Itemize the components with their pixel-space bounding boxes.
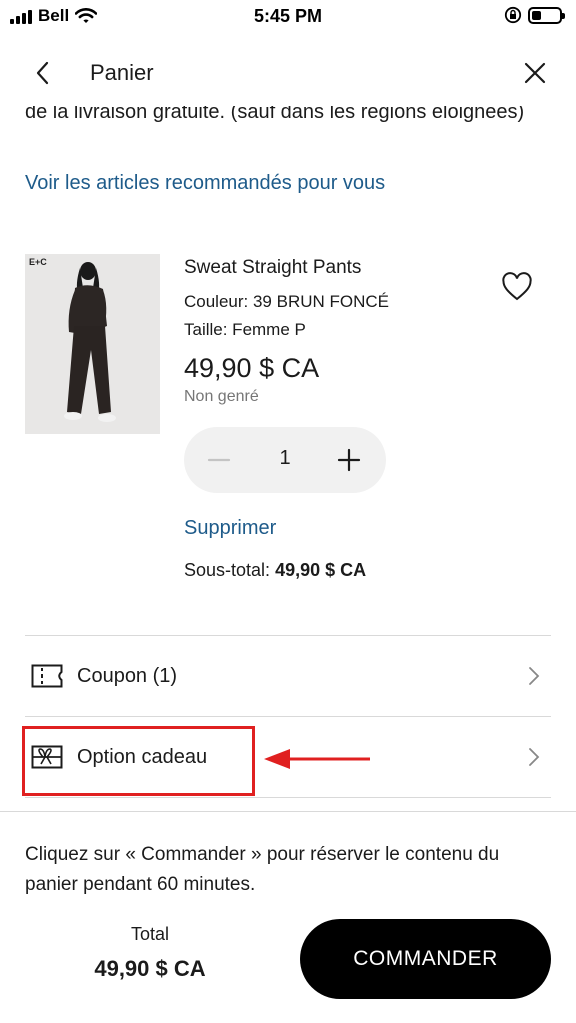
chevron-right-icon — [529, 748, 540, 766]
page-title: Panier — [90, 60, 154, 85]
subtotal-label: Sous-total: — [184, 560, 271, 580]
recommended-link[interactable]: Voir les articles recommandés pour vous — [25, 172, 385, 195]
heart-icon[interactable] — [501, 272, 533, 302]
arrow-left-icon — [264, 749, 370, 769]
header: Panier — [0, 40, 576, 106]
footer-divider — [0, 811, 576, 812]
product-price: 49,90 $ CA — [184, 353, 320, 383]
subtotal: Sous-total: 49,90 $ CA — [184, 560, 366, 581]
quantity-stepper: 1 — [184, 427, 386, 493]
product-image[interactable]: E+C — [25, 254, 160, 434]
battery-icon — [528, 6, 565, 24]
coupon-row[interactable]: Coupon (1) — [25, 636, 551, 716]
status-right — [504, 6, 565, 24]
brand-logo: E+C — [29, 257, 47, 267]
coupon-label: Coupon (1) — [77, 665, 178, 687]
divider — [25, 797, 551, 798]
total-value: 49,90 $ CA — [94, 956, 206, 981]
total-label: Total — [130, 924, 170, 944]
product-color: Couleur: 39 BRUN FONCÉ — [184, 292, 390, 311]
model-figure — [64, 262, 116, 422]
back-icon[interactable] — [28, 58, 58, 88]
status-time: 5:45 PM — [253, 6, 323, 26]
coupon-icon — [31, 664, 63, 688]
subtotal-value: 49,90 $ CA — [275, 560, 367, 580]
product-name[interactable]: Sweat Straight Pants — [184, 257, 361, 279]
product-gender: Non genré — [184, 388, 259, 405]
reservation-notice: Cliquez sur « Commander » pour réserver … — [25, 844, 500, 895]
remove-button[interactable]: Supprimer — [184, 517, 276, 540]
highlight-annotation — [22, 726, 255, 796]
status-bar: Bell 5:45 PM — [0, 0, 576, 34]
product-size: Taille: Femme P — [184, 320, 306, 339]
rotation-lock-icon — [504, 6, 522, 24]
chevron-right-icon — [529, 667, 540, 685]
close-icon[interactable] — [522, 60, 548, 86]
plus-icon[interactable] — [336, 447, 362, 473]
checkout-button[interactable]: COMMANDER — [300, 919, 551, 999]
